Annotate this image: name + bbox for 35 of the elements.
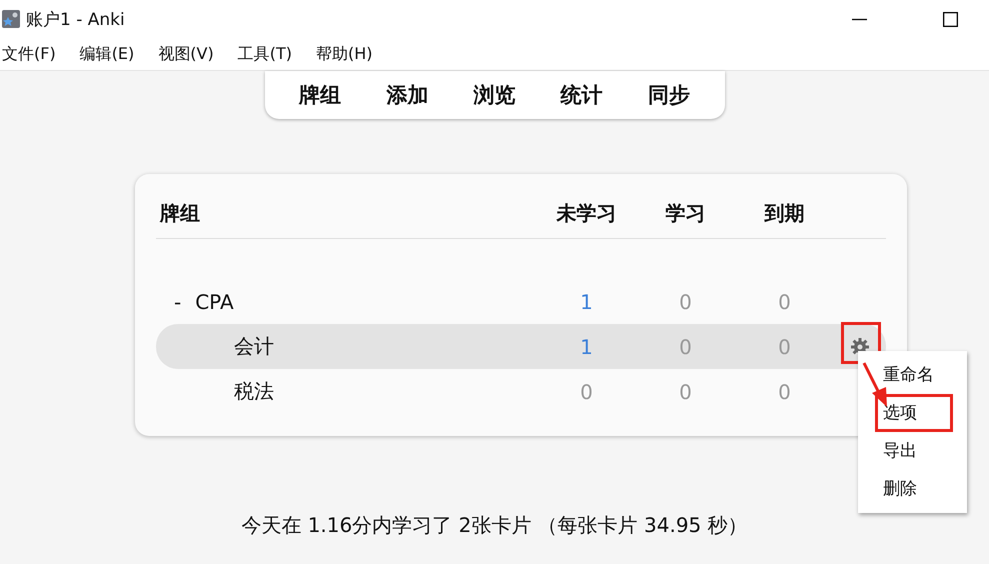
column-header: 学习 <box>664 200 706 226</box>
column-header: 到期 <box>763 200 806 226</box>
study-summary: 今天在 1.16分内学习了 2张卡片 （每张卡片 34.95 秒） <box>240 512 749 539</box>
menu-item[interactable]: 文件(F) <box>2 44 56 64</box>
count: 0 <box>678 334 693 358</box>
count: 0 <box>678 380 693 404</box>
toolbar-link[interactable]: 统计 <box>560 81 603 109</box>
menu-item[interactable]: 导出 <box>875 432 953 470</box>
deck-name[interactable]: 会计 <box>234 333 274 360</box>
toolbar-link[interactable]: 同步 <box>648 81 690 109</box>
count: 1 <box>579 334 594 358</box>
toolbar-link[interactable]: 添加 <box>386 81 428 109</box>
toolbar-link[interactable]: 牌组 <box>299 81 342 109</box>
menu-item[interactable]: 视图(V) <box>158 44 214 64</box>
deck-name[interactable]: CPA <box>195 290 234 314</box>
menu-item[interactable]: 选项 <box>875 394 953 432</box>
column-header: 未学习 <box>555 200 618 226</box>
count: 1 <box>579 290 594 314</box>
collapse-toggle[interactable]: - <box>174 290 182 314</box>
deck-name[interactable]: 税法 <box>234 378 274 405</box>
menu-item[interactable]: 编辑(E) <box>80 44 134 64</box>
count: 0 <box>777 290 792 314</box>
count: 0 <box>777 380 792 404</box>
menu-item[interactable]: 帮助(H) <box>316 44 372 64</box>
window-title: 账户1 - Anki <box>26 8 125 30</box>
count: 0 <box>678 290 693 314</box>
count: 0 <box>579 380 594 404</box>
app-icon <box>2 10 20 28</box>
menu-item[interactable]: 工具(T) <box>238 44 292 64</box>
menu-item[interactable]: 删除 <box>875 470 953 508</box>
maximize-icon[interactable] <box>943 12 958 26</box>
selected-row[interactable]: 会计 1 0 0 <box>156 324 886 369</box>
column-header: 牌组 <box>158 200 201 226</box>
toolbar-link[interactable]: 浏览 <box>473 81 516 109</box>
count: 0 <box>777 334 792 358</box>
